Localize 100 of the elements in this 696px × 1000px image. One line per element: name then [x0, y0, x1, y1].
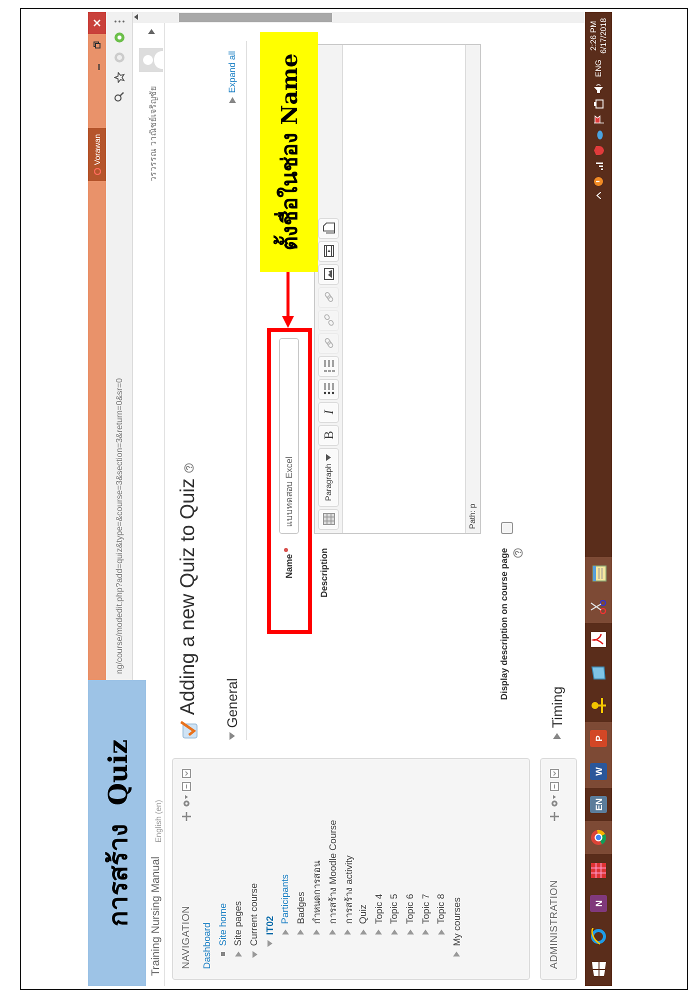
user-name[interactable]: วรวรรณ วาณิชย์เจริญชัย: [146, 86, 160, 182]
battery-icon[interactable]: [594, 98, 604, 109]
collapsed-arrow-icon: [228, 97, 236, 104]
star-icon[interactable]: [114, 72, 124, 83]
link-icon: [322, 337, 334, 350]
nav-item[interactable]: Topic 4: [374, 894, 385, 924]
nav-item[interactable]: Badges: [296, 892, 307, 924]
taskbar-button[interactable]: W: [585, 755, 612, 788]
help-icon[interactable]: [513, 548, 523, 558]
collapsed-arrow-icon[interactable]: [312, 928, 321, 936]
warning-icon[interactable]: [594, 176, 603, 186]
expand-all-link[interactable]: Expand all: [227, 51, 237, 94]
collapsed-arrow-icon[interactable]: [390, 928, 399, 936]
nav-item[interactable]: Topic 7: [420, 894, 432, 924]
zoom-icon[interactable]: [114, 92, 124, 102]
help-icon[interactable]: [184, 463, 194, 474]
collapse-icon[interactable]: [550, 769, 559, 778]
presentation-app-icon: P: [590, 730, 607, 747]
image-button[interactable]: [318, 264, 339, 285]
bullet-list-button[interactable]: [318, 378, 339, 400]
taskbar-button[interactable]: [585, 590, 612, 623]
section-toggle[interactable]: Timing: [549, 686, 565, 740]
nav-link[interactable]: Dashboard: [202, 922, 214, 969]
nav-item[interactable]: Quiz: [358, 904, 370, 924]
restore-icon: [93, 41, 101, 49]
windows-icon: [592, 962, 606, 976]
media-button[interactable]: [318, 240, 339, 262]
taskbar-button[interactable]: [585, 557, 612, 590]
menu-icon[interactable]: [114, 20, 124, 23]
nav-item[interactable]: การสร้าง activity: [340, 855, 356, 924]
move-icon[interactable]: [182, 812, 191, 821]
clock-date[interactable]: 6/17/2018: [598, 18, 608, 54]
nav-link[interactable]: Site home: [218, 903, 229, 946]
collapsed-arrow-icon[interactable]: [438, 928, 446, 936]
taskbar-button[interactable]: EN: [585, 788, 612, 821]
move-icon[interactable]: [550, 812, 559, 821]
expanded-arrow-icon[interactable]: [266, 939, 274, 947]
paragraph-dropdown[interactable]: Paragraph: [318, 448, 339, 507]
dock-icon[interactable]: [550, 782, 559, 791]
collapse-icon[interactable]: [182, 769, 191, 778]
collapsed-arrow-icon[interactable]: [234, 950, 243, 958]
checkbox[interactable]: [501, 522, 513, 534]
site-name[interactable]: Training Nursing Manual: [150, 856, 163, 976]
grid-app-icon: [590, 862, 607, 879]
collapsed-arrow-icon[interactable]: [282, 928, 290, 936]
toggle-toolbar-button[interactable]: [318, 509, 339, 530]
taskbar-button[interactable]: N: [585, 887, 612, 920]
flag-icon[interactable]: [594, 114, 604, 124]
files-icon: [322, 222, 334, 234]
nav-item[interactable]: Topic 8: [436, 894, 448, 924]
input-language-indicator[interactable]: ENG: [594, 60, 603, 77]
nav-item[interactable]: Current course: [249, 883, 260, 946]
bold-button[interactable]: B: [318, 424, 339, 446]
shield-icon[interactable]: [594, 146, 604, 155]
nav-item[interactable]: My courses: [452, 897, 463, 946]
dock-icon[interactable]: [182, 782, 191, 791]
collapsed-arrow-icon[interactable]: [360, 928, 368, 936]
italic-button[interactable]: I: [318, 402, 339, 423]
gear-icon[interactable]: [550, 795, 559, 808]
extension-icon[interactable]: [114, 32, 124, 43]
pdf-icon: [590, 631, 607, 648]
text-editor[interactable]: Paragraph B I Path: p: [314, 44, 481, 534]
collapsed-arrow-icon[interactable]: [422, 928, 430, 936]
clock-time[interactable]: 2:26 PM: [588, 20, 598, 51]
numbered-list-button[interactable]: [318, 356, 339, 377]
collapsed-arrow-icon[interactable]: [328, 928, 337, 936]
nav-item[interactable]: Topic 6: [405, 894, 416, 924]
collapsed-arrow-icon[interactable]: [344, 928, 352, 936]
nav-link[interactable]: IT02: [264, 916, 276, 935]
link-icon: [322, 291, 334, 304]
section-toggle[interactable]: General: [224, 678, 240, 740]
nav-item[interactable]: Topic 5: [389, 894, 400, 924]
close-button[interactable]: [88, 12, 106, 34]
cloud-icon[interactable]: [594, 130, 602, 140]
taskbar-button[interactable]: [585, 821, 612, 854]
address-field[interactable]: ng/course/modedit.php?add=quiz&type=&course=3&section=3&return=0&sr=0: [114, 102, 124, 674]
browser-icon: [590, 829, 607, 846]
expanded-arrow-icon[interactable]: [250, 950, 259, 958]
signal-icon[interactable]: [594, 160, 603, 171]
field-label: Description: [319, 548, 329, 598]
caret-icon[interactable]: [148, 29, 154, 34]
nav-item[interactable]: กำหนดการสอน: [309, 861, 324, 924]
taskbar-button[interactable]: P: [585, 722, 612, 755]
chevron-up-icon[interactable]: [596, 192, 601, 199]
collapsed-arrow-icon[interactable]: [375, 928, 384, 936]
nav-item[interactable]: Site pages: [233, 901, 244, 946]
user-tag[interactable]: Vorawan: [88, 128, 106, 182]
collapsed-arrow-icon[interactable]: [453, 950, 462, 958]
key-icon: [590, 697, 607, 714]
nav-item[interactable]: การสร้าง Moodle Course: [325, 820, 340, 924]
collapsed-arrow-icon[interactable]: [406, 928, 415, 936]
files-button[interactable]: [318, 218, 339, 239]
collapsed-arrow-icon[interactable]: [297, 928, 306, 936]
speaker-icon[interactable]: [594, 82, 603, 93]
window-icon: [590, 664, 607, 681]
gear-icon[interactable]: [182, 795, 191, 808]
nav-link[interactable]: Participants: [280, 874, 292, 924]
name-field[interactable]: แบบทดสอบ Excel: [279, 338, 299, 534]
scrollbar[interactable]: [133, 12, 585, 23]
scissors-icon: [590, 598, 607, 615]
